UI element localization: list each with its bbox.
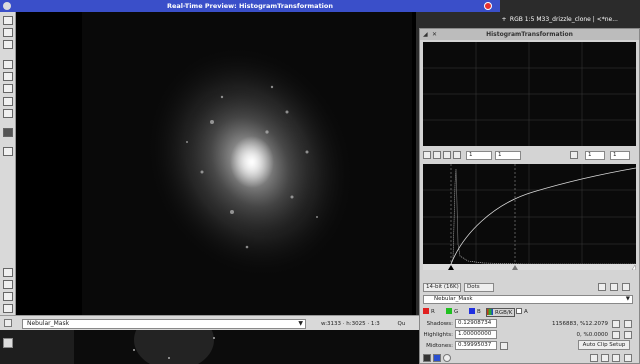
- transfer-curve: [450, 167, 637, 265]
- left-toolbar: [0, 12, 16, 352]
- shadows-reset-icon[interactable]: [612, 320, 620, 328]
- tool-select-icon[interactable]: [3, 84, 13, 93]
- graph-style-select[interactable]: Dots: [464, 283, 494, 292]
- histogram-transformation-window: ◢ ✕ HistogramTransformation 1 1 1 1 14-b…: [419, 28, 640, 364]
- tool-preview-icon[interactable]: [3, 97, 13, 106]
- chevron-down-icon: ▼: [625, 296, 630, 302]
- mask-select-value: Nebular_Mask: [27, 320, 70, 327]
- output-histogram[interactable]: [423, 42, 636, 146]
- input-histogram[interactable]: [423, 164, 637, 271]
- background-image-window: [74, 330, 419, 364]
- input-histogram-controls: 14-bit (16K) Dots: [420, 272, 639, 292]
- highlights-reset-icon[interactable]: [612, 331, 620, 339]
- green-swatch-icon: [446, 308, 452, 314]
- preview-title: Real-Time Preview: HistogramTransformati…: [166, 2, 334, 10]
- preview-toggle-icon[interactable]: [590, 354, 598, 362]
- zoom-in-icon[interactable]: [423, 151, 431, 159]
- tool-b-icon[interactable]: [3, 280, 13, 289]
- shade-icon[interactable]: ◢: [423, 29, 428, 40]
- alpha-swatch-icon: [516, 308, 522, 314]
- tool-fit-icon[interactable]: [3, 28, 13, 37]
- highlights-auto-icon[interactable]: [624, 331, 632, 339]
- image-geometry-readout: w:3133 · h:3025 · 1:3 Qu: [321, 321, 406, 327]
- browse-doc-icon[interactable]: [601, 354, 609, 362]
- output-histogram-controls: 1 1 1 1: [420, 149, 639, 161]
- highlights-input[interactable]: 1.00000000: [455, 330, 497, 339]
- red-swatch-icon: [423, 308, 429, 314]
- galaxy-image[interactable]: [82, 12, 412, 315]
- blue-swatch-icon: [469, 308, 475, 314]
- reset-icon[interactable]: [612, 354, 620, 362]
- midtones-input[interactable]: 0.39995037: [455, 341, 497, 350]
- highlights-row: Highlights: 1.00000000 0, %0.0000: [420, 330, 639, 340]
- highlights-clipping-stat: 0, %0.0000: [576, 332, 608, 338]
- log-icon[interactable]: [610, 283, 618, 291]
- histogram-curve: [450, 168, 636, 265]
- rgb-view-icon[interactable]: [622, 283, 630, 291]
- mask-select[interactable]: Nebular_Mask ▼: [22, 319, 306, 329]
- plus-icon[interactable]: +: [500, 14, 508, 26]
- shadows-clipping-stat: 1156883, %12.2079: [552, 321, 608, 327]
- zoom-fit-icon[interactable]: [443, 151, 451, 159]
- right-top-area: [500, 0, 640, 12]
- auto-zoom-icon[interactable]: [570, 151, 578, 159]
- apply-global-icon[interactable]: [443, 354, 451, 362]
- tool-mask-icon[interactable]: [3, 109, 13, 118]
- render-icon[interactable]: [598, 283, 606, 291]
- preview-title-bar: Real-Time Preview: HistogramTransformati…: [0, 0, 500, 12]
- tool-camera-icon[interactable]: [3, 128, 13, 137]
- shadows-input[interactable]: 0.12908734: [455, 319, 497, 328]
- new-instance-icon[interactable]: [423, 354, 431, 362]
- zoom-out-icon[interactable]: [433, 151, 441, 159]
- channel-g[interactable]: G: [446, 308, 458, 317]
- bit-depth-select[interactable]: 14-bit (16K): [423, 283, 461, 292]
- tool-a-icon[interactable]: [3, 268, 13, 277]
- view-select[interactable]: Nebular_Mask ▼: [423, 295, 633, 304]
- settings-icon[interactable]: [624, 354, 632, 362]
- channel-r[interactable]: R: [423, 308, 435, 317]
- tool-zoom-icon[interactable]: [3, 16, 13, 25]
- window-menu-icon[interactable]: [3, 2, 11, 10]
- preview-status-bar: Nebular_Mask ▼ w:3133 · h:3025 · 1:3 Qu: [0, 315, 420, 330]
- shadows-row: Shadows: 0.12908734 1156883, %12.2079: [420, 319, 639, 329]
- channel-b[interactable]: B: [469, 308, 481, 317]
- auto-clip-setup-button[interactable]: Auto Clip Setup: [578, 340, 630, 350]
- shadows-auto-icon[interactable]: [624, 320, 632, 328]
- chevron-down-icon: ▼: [298, 320, 303, 327]
- tool-track-icon[interactable]: [3, 60, 13, 69]
- close-icon[interactable]: [484, 2, 492, 10]
- zoom-h-spinner[interactable]: 1: [466, 151, 492, 160]
- apply-icon[interactable]: [433, 354, 441, 362]
- channel-rgbk[interactable]: RGB/K: [486, 308, 516, 317]
- zoom-reset-icon[interactable]: [453, 151, 461, 159]
- tool-pan-icon[interactable]: [3, 40, 13, 49]
- tool-readout-icon[interactable]: [3, 72, 13, 81]
- tool-d-icon[interactable]: [3, 304, 13, 313]
- tool-c-icon[interactable]: [3, 292, 13, 301]
- galaxy-render: [141, 40, 359, 284]
- workspace-icon[interactable]: [3, 338, 13, 348]
- tool-layers-icon[interactable]: [3, 147, 13, 156]
- fit-view-icon[interactable]: [4, 319, 12, 327]
- right-zoom-v-spinner[interactable]: 1: [610, 151, 630, 160]
- channel-a[interactable]: A: [516, 308, 528, 317]
- ht-title-bar: ◢ ✕ HistogramTransformation: [420, 29, 639, 40]
- midtones-reset-icon[interactable]: [500, 342, 508, 350]
- close-icon[interactable]: ✕: [432, 29, 437, 40]
- rgb-swatch-icon: [487, 309, 493, 315]
- zoom-v-spinner[interactable]: 1: [495, 151, 521, 160]
- image-window-tab[interactable]: + RGB 1:5 M33_drizzle_clone | <*ne...: [500, 14, 640, 26]
- right-zoom-h-spinner[interactable]: 1: [585, 151, 605, 160]
- process-footer: [420, 352, 639, 364]
